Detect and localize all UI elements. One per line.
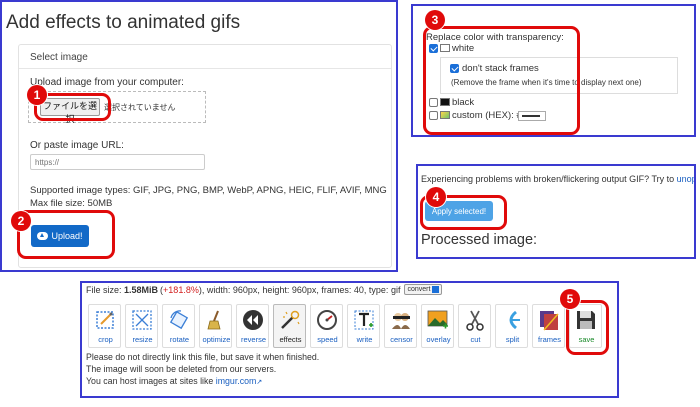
url-label: Or paste image URL:	[30, 140, 124, 151]
imgur-link[interactable]: imgur.com	[216, 376, 257, 386]
unoptimize-link[interactable]: unop	[677, 174, 694, 184]
problems-message: Experiencing problems with broken/flicke…	[421, 174, 677, 184]
tool-effects[interactable]: effects	[273, 304, 306, 348]
tool-overlay[interactable]: overlay	[421, 304, 454, 348]
tool-split[interactable]: split	[495, 304, 528, 348]
tool-reverse[interactable]: reverse	[236, 304, 269, 348]
tool-label: effects	[279, 335, 302, 344]
callout-4-badge: 4	[426, 187, 446, 207]
file-size-label: File size:	[86, 284, 122, 295]
page-title: Add effects to animated gifs	[6, 12, 241, 33]
convert-button[interactable]: convert	[404, 284, 443, 295]
overlay-icon	[427, 310, 448, 329]
tool-label: resize	[132, 335, 153, 344]
note-hosting: You can host images at sites like imgur.…	[86, 376, 262, 386]
tool-write[interactable]: write	[347, 304, 380, 348]
tool-label: cut	[470, 335, 481, 344]
file-status-text: 選択されていません	[104, 103, 176, 112]
size-change-percent: +181.8%	[163, 284, 199, 295]
frames-icon	[540, 311, 559, 331]
tool-censor[interactable]: censor	[384, 304, 417, 348]
external-link-icon: ↗	[256, 379, 263, 386]
file-size-value: 1.58MiB	[124, 284, 159, 295]
tool-label: frames	[538, 335, 561, 344]
callout-3-badge: 3	[425, 10, 445, 30]
tool-label: speed	[317, 335, 338, 344]
processed-image-heading: Processed image:	[421, 232, 538, 248]
tool-label: reverse	[240, 335, 266, 344]
note-no-direct-link: Please do not directly link this file, b…	[86, 352, 320, 362]
note-hosting-text: You can host images at sites like	[86, 376, 216, 386]
tool-crop[interactable]: crop	[88, 304, 121, 348]
tool-label: optimize	[202, 335, 231, 344]
fieldset-legend: Select image	[30, 52, 88, 63]
tool-label: overlay	[426, 335, 451, 344]
tool-label: crop	[98, 335, 113, 344]
tool-label: split	[505, 335, 520, 344]
supported-types-text: Supported image types: GIF, JPG, PNG, BM…	[30, 185, 387, 196]
speed-icon	[317, 310, 337, 330]
image-url-input[interactable]	[30, 154, 205, 170]
tool-rotate[interactable]: rotate	[162, 304, 195, 348]
resize-icon	[132, 310, 152, 330]
scissors-icon	[466, 310, 484, 331]
write-text-icon	[354, 310, 374, 330]
tool-label: rotate	[169, 335, 190, 344]
callout-1-badge: 1	[27, 85, 47, 105]
problems-text: Experiencing problems with broken/flicke…	[421, 174, 694, 184]
max-size-text: Max file size: 50MB	[30, 198, 113, 209]
censor-icon	[392, 313, 410, 329]
callout-5-badge: 5	[560, 289, 580, 309]
rotate-icon	[169, 310, 189, 330]
tool-resize[interactable]: resize	[125, 304, 158, 348]
tool-speed[interactable]: speed	[310, 304, 343, 348]
effects-wand-icon	[281, 310, 300, 329]
optimize-icon	[207, 310, 221, 330]
callout-3-highlight	[423, 26, 580, 135]
tool-optimize[interactable]: optimize	[199, 304, 232, 348]
convert-arrow-icon	[432, 286, 440, 293]
fieldset-divider	[19, 68, 391, 69]
convert-label: convert	[407, 286, 431, 293]
reverse-icon	[243, 310, 263, 330]
upload-label: Upload image from your computer:	[30, 77, 184, 88]
note-deleted-soon: The image will soon be deleted from our …	[86, 364, 277, 374]
tool-label: write	[356, 335, 373, 344]
tool-cut[interactable]: cut	[458, 304, 491, 348]
split-icon	[509, 310, 520, 330]
callout-2-highlight	[17, 210, 115, 259]
tool-frames[interactable]: frames	[532, 304, 565, 348]
crop-icon	[96, 311, 114, 329]
dimensions-text: , width: 960px, height: 960px, frames: 4…	[201, 284, 401, 295]
file-info-line: File size: 1.58MiB (+181.8%), width: 960…	[86, 284, 443, 295]
callout-2-badge: 2	[11, 211, 31, 231]
tool-label: censor	[390, 335, 413, 344]
